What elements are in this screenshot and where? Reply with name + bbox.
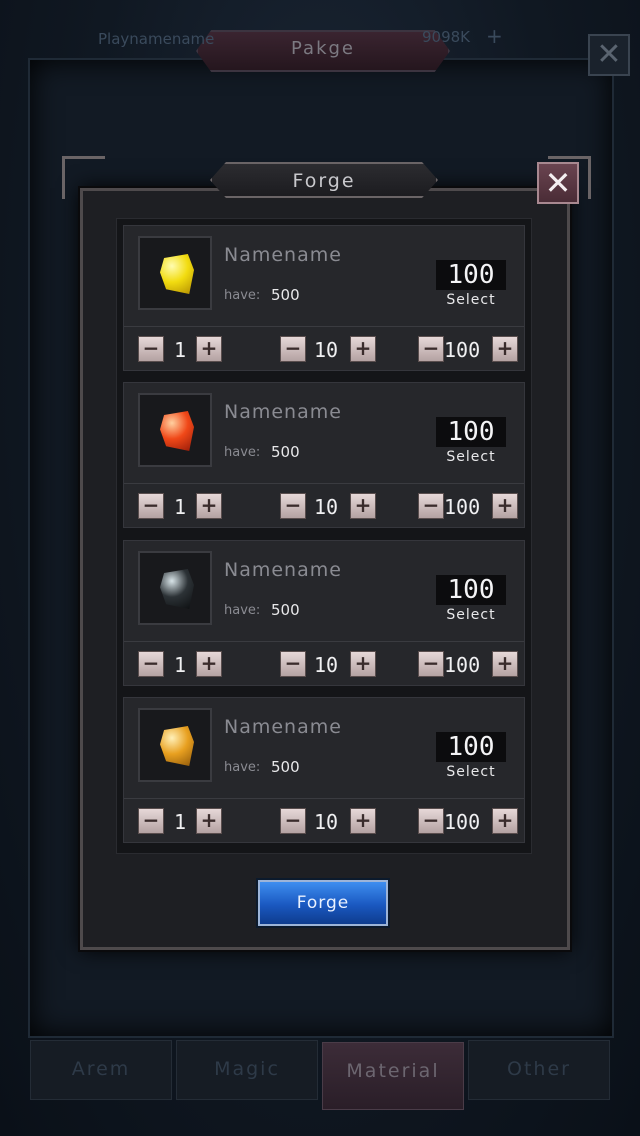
close-icon: ✕: [596, 37, 622, 72]
plus-button[interactable]: +: [196, 493, 222, 519]
plus-button[interactable]: +: [350, 336, 376, 362]
minus-button[interactable]: −: [138, 808, 164, 834]
plus-button[interactable]: +: [492, 808, 518, 834]
minus-button[interactable]: −: [280, 493, 306, 519]
selected-count: 100: [436, 732, 506, 762]
tab-arem[interactable]: Arem: [30, 1040, 172, 1100]
item-name: Namename: [224, 244, 342, 266]
forge-title: Forge: [292, 170, 356, 192]
item-slot[interactable]: [138, 236, 212, 310]
divider: [124, 483, 524, 484]
have-label: have:: [224, 760, 261, 775]
divider: [124, 641, 524, 642]
selected-count: 100: [436, 417, 506, 447]
minus-button[interactable]: −: [418, 336, 444, 362]
yellow-gem-icon: [160, 254, 194, 294]
select-label: Select: [446, 292, 496, 308]
step-value: 1: [174, 810, 187, 834]
step-value: 100: [444, 810, 481, 834]
step-value: 100: [444, 338, 481, 362]
divider: [124, 326, 524, 327]
package-close-button[interactable]: ✕: [588, 34, 630, 76]
forge-button[interactable]: Forge: [258, 880, 388, 926]
minus-button[interactable]: −: [418, 808, 444, 834]
plus-button[interactable]: +: [492, 493, 518, 519]
forge-close-button[interactable]: ✕: [537, 162, 579, 204]
dialog-corner-ornament-left: [62, 156, 105, 199]
minus-button[interactable]: −: [280, 336, 306, 362]
player-name: Playnamename: [98, 30, 215, 48]
material-item: Namename have: 500 100 Select − 1 + − 10…: [123, 382, 525, 528]
minus-button[interactable]: −: [280, 651, 306, 677]
item-slot[interactable]: [138, 393, 212, 467]
plus-button[interactable]: +: [196, 808, 222, 834]
plus-button[interactable]: +: [350, 493, 376, 519]
have-label: have:: [224, 603, 261, 618]
step-value: 10: [314, 495, 339, 519]
selected-count: 100: [436, 260, 506, 290]
tab-other[interactable]: Other: [468, 1040, 610, 1100]
plus-button[interactable]: +: [492, 336, 518, 362]
selected-count: 100: [436, 575, 506, 605]
minus-button[interactable]: −: [138, 336, 164, 362]
step-value: 10: [314, 810, 339, 834]
black-gem-icon: [160, 569, 194, 609]
forge-button-label: Forge: [296, 893, 350, 913]
orange-gem-icon: [160, 726, 194, 766]
close-icon: ✕: [544, 164, 572, 202]
step-value: 1: [174, 653, 187, 677]
divider: [124, 798, 524, 799]
minus-button[interactable]: −: [418, 651, 444, 677]
package-title: Pakge: [291, 38, 355, 59]
step-value: 100: [444, 653, 481, 677]
tab-magic[interactable]: Magic: [176, 1040, 318, 1100]
have-value: 500: [271, 601, 300, 619]
step-value: 100: [444, 495, 481, 519]
item-slot[interactable]: [138, 708, 212, 782]
step-value: 1: [174, 338, 187, 362]
select-label: Select: [446, 607, 496, 623]
plus-button[interactable]: +: [196, 651, 222, 677]
package-tabs: Arem Magic Material Other: [30, 1040, 610, 1110]
plus-button[interactable]: +: [350, 808, 376, 834]
have-value: 500: [271, 443, 300, 461]
minus-button[interactable]: −: [138, 651, 164, 677]
select-label: Select: [446, 449, 496, 465]
add-currency-button[interactable]: +: [486, 24, 503, 48]
item-name: Namename: [224, 716, 342, 738]
item-slot[interactable]: [138, 551, 212, 625]
minus-button[interactable]: −: [280, 808, 306, 834]
material-item: Namename have: 500 100 Select − 1 + − 10…: [123, 540, 525, 686]
item-name: Namename: [224, 401, 342, 423]
tab-material[interactable]: Material: [322, 1042, 464, 1110]
material-list: Namename have: 500 100 Select − 1 + − 10…: [116, 218, 532, 854]
material-item: Namename have: 500 100 Select − 1 + − 10…: [123, 697, 525, 843]
material-item: Namename have: 500 100 Select − 1 + − 10…: [123, 225, 525, 371]
minus-button[interactable]: −: [138, 493, 164, 519]
have-label: have:: [224, 288, 261, 303]
currency-amount: 9098K: [422, 28, 471, 46]
have-value: 500: [271, 286, 300, 304]
minus-button[interactable]: −: [418, 493, 444, 519]
item-name: Namename: [224, 559, 342, 581]
have-value: 500: [271, 758, 300, 776]
step-value: 10: [314, 338, 339, 362]
plus-button[interactable]: +: [492, 651, 518, 677]
select-label: Select: [446, 764, 496, 780]
step-value: 1: [174, 495, 187, 519]
plus-button[interactable]: +: [350, 651, 376, 677]
have-label: have:: [224, 445, 261, 460]
step-value: 10: [314, 653, 339, 677]
red-gem-icon: [160, 411, 194, 451]
plus-button[interactable]: +: [196, 336, 222, 362]
